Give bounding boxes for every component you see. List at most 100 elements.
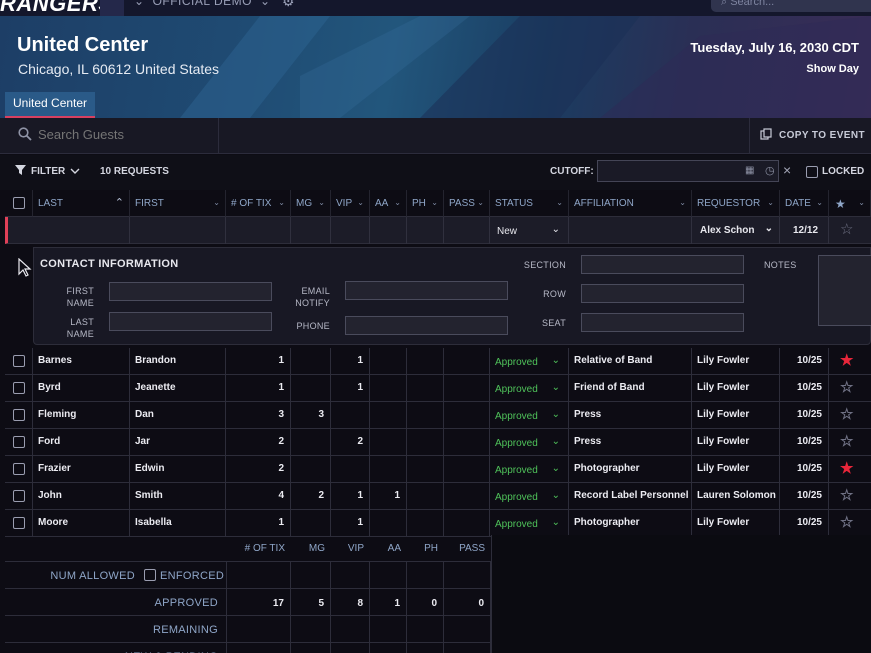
cell-affiliation[interactable]: Photographer (569, 456, 692, 482)
num-allowed-input[interactable] (226, 562, 291, 589)
cell-first[interactable]: Edwin (130, 456, 226, 482)
cell-mg[interactable]: 2 (291, 483, 331, 509)
num-allowed-input[interactable] (370, 562, 407, 589)
cell-last[interactable]: John (33, 483, 130, 509)
cell-affiliation[interactable]: Press (569, 402, 692, 428)
cell-affiliation[interactable]: Friend of Band (569, 375, 692, 401)
column-header-tix[interactable]: # OF TIX ⌄ (226, 190, 291, 217)
row-checkbox[interactable] (13, 463, 25, 475)
cell-status[interactable]: Approved ⌄ (490, 375, 569, 401)
cell-tix[interactable]: 4 (226, 483, 291, 509)
cell-pass[interactable] (444, 510, 490, 536)
cell-ph[interactable] (407, 456, 444, 482)
affiliation-input[interactable] (569, 217, 692, 244)
cell-first[interactable]: Dan (130, 402, 226, 428)
cell-requestor[interactable]: Lily Fowler (692, 375, 780, 401)
cell-pass[interactable] (444, 429, 490, 455)
cell-vip[interactable]: 1 (331, 483, 370, 509)
cell-requestor[interactable]: Lily Fowler (692, 402, 780, 428)
cell-first[interactable]: Jar (130, 429, 226, 455)
star-outline-icon[interactable]: ☆ (840, 407, 853, 422)
row-checkbox[interactable] (13, 517, 25, 529)
cell-first[interactable]: Smith (130, 483, 226, 509)
phone-field[interactable] (345, 316, 508, 335)
mg-input[interactable] (291, 217, 331, 244)
cell-status[interactable]: Approved ⌄ (490, 348, 569, 374)
cell-vip[interactable]: 1 (331, 510, 370, 536)
cell-aa[interactable] (370, 456, 407, 482)
cell-status[interactable]: Approved ⌄ (490, 483, 569, 509)
cell-tix[interactable]: 3 (226, 402, 291, 428)
contact-first-name-field[interactable] (109, 282, 272, 301)
cell-affiliation[interactable]: Photographer (569, 510, 692, 536)
seat-field[interactable] (581, 313, 744, 332)
star-outline-icon[interactable]: ☆ (840, 515, 853, 530)
num-allowed-input[interactable] (331, 562, 370, 589)
org-menu[interactable]: ⌄ OFFICIAL DEMO ⌄ (134, 0, 271, 8)
pass-input[interactable] (444, 217, 490, 244)
column-header-ph[interactable]: PH ⌄ (407, 190, 444, 217)
table-row[interactable]: John Smith 4 2 1 1 Approved ⌄ Record Label Perso… (5, 483, 871, 510)
row-checkbox[interactable] (13, 436, 25, 448)
cell-date[interactable]: 10/25 (780, 375, 829, 401)
cell-mg[interactable] (291, 429, 331, 455)
column-header-affiliation[interactable]: AFFILIATION ⌄ (569, 190, 692, 217)
cell-date[interactable]: 10/25 (780, 402, 829, 428)
cell-affiliation[interactable]: Press (569, 429, 692, 455)
section-field[interactable] (581, 255, 744, 274)
cell-vip[interactable] (331, 402, 370, 428)
cell-ph[interactable] (407, 429, 444, 455)
tix-input[interactable] (226, 217, 291, 244)
cell-status[interactable]: Approved ⌄ (490, 510, 569, 536)
vip-input[interactable] (331, 217, 370, 244)
star-outline-icon[interactable]: ☆ (840, 380, 853, 395)
table-row[interactable]: Barnes Brandon 1 1 Approved ⌄ Relative of Band… (5, 348, 871, 375)
cell-vip[interactable]: 1 (331, 375, 370, 401)
app-logo[interactable]: RANGERS (0, 0, 114, 16)
cell-aa[interactable]: 1 (370, 483, 407, 509)
cell-vip[interactable] (331, 456, 370, 482)
cell-last[interactable]: Moore (33, 510, 130, 536)
cell-aa[interactable] (370, 402, 407, 428)
cell-ph[interactable] (407, 402, 444, 428)
cell-ph[interactable] (407, 510, 444, 536)
cell-pass[interactable] (444, 456, 490, 482)
cell-status[interactable]: Approved ⌄ (490, 429, 569, 455)
column-header-vip[interactable]: VIP ⌄ (331, 190, 370, 217)
cell-requestor[interactable]: Lily Fowler (692, 429, 780, 455)
last-name-input[interactable] (33, 217, 130, 244)
cell-requestor[interactable]: Lily Fowler (692, 456, 780, 482)
close-icon[interactable]: × (783, 162, 791, 178)
cell-first[interactable]: Jeanette (130, 375, 226, 401)
cell-aa[interactable] (370, 429, 407, 455)
column-header-last[interactable]: LAST ⌃ (33, 190, 130, 217)
cell-mg[interactable] (291, 456, 331, 482)
select-all-checkbox[interactable] (13, 197, 25, 209)
cell-vip[interactable]: 2 (331, 429, 370, 455)
global-search-input[interactable]: ⌕ Search... (711, 0, 871, 12)
cell-status[interactable]: Approved ⌄ (490, 456, 569, 482)
clock-icon[interactable]: ◷ (765, 164, 775, 177)
cell-first[interactable]: Brandon (130, 348, 226, 374)
cell-tix[interactable]: 1 (226, 510, 291, 536)
cell-last[interactable]: Frazier (33, 456, 130, 482)
cell-tix[interactable]: 2 (226, 456, 291, 482)
column-header-first[interactable]: FIRST ⌄ (130, 190, 226, 217)
cell-mg[interactable] (291, 348, 331, 374)
star-filled-icon[interactable]: ★ (840, 461, 853, 476)
row-field[interactable] (581, 284, 744, 303)
cell-tix[interactable]: 2 (226, 429, 291, 455)
cell-pass[interactable] (444, 402, 490, 428)
column-header-date[interactable]: DATE ⌄ (780, 190, 829, 217)
cell-tix[interactable]: 1 (226, 348, 291, 374)
column-header-pass[interactable]: PASS ⌄ (444, 190, 490, 217)
ph-input[interactable] (407, 217, 444, 244)
table-row[interactable]: Frazier Edwin 2 Approved ⌄ Photographer Lily F… (5, 456, 871, 483)
cell-requestor[interactable]: Lily Fowler (692, 510, 780, 536)
calendar-icon[interactable]: ▦ (745, 165, 754, 176)
star-outline-icon[interactable]: ☆ (840, 488, 853, 503)
row-checkbox[interactable] (13, 382, 25, 394)
num-allowed-input[interactable] (291, 562, 331, 589)
cell-first[interactable]: Isabella (130, 510, 226, 536)
cell-date[interactable]: 10/25 (780, 348, 829, 374)
